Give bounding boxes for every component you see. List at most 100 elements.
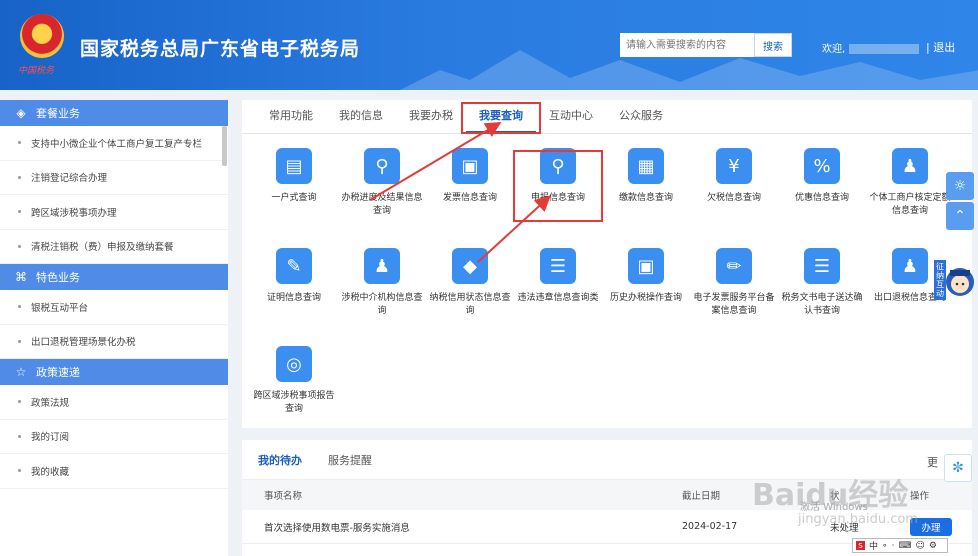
- service-item[interactable]: ✏ 电子发票服务平台备案信息查询: [690, 248, 778, 318]
- sidebar-section-header[interactable]: ⌘ 特色业务: [0, 264, 228, 290]
- service-label: 历史办税操作查询: [609, 293, 682, 303]
- sidebar-item-label: 清税注销税（费）申报及缴纳套餐: [31, 242, 174, 254]
- tab-public-service[interactable]: 公众服务: [606, 107, 676, 133]
- layers-icon: ◈: [16, 106, 26, 120]
- assistant-icon[interactable]: ✼: [944, 454, 972, 482]
- todo-item-date: 2024-02-17: [682, 521, 738, 532]
- tab-my-todo[interactable]: 我的待办: [258, 452, 302, 468]
- emblem-caption: 中国税务: [18, 66, 55, 76]
- card-search-icon: ▦: [628, 148, 664, 184]
- tab-my-info[interactable]: 我的信息: [326, 107, 396, 133]
- service-mascot-icon[interactable]: 征纳互动: [930, 256, 976, 306]
- sidebar-item[interactable]: 清税注销税（费）申报及缴纳套餐: [0, 230, 228, 264]
- tab-service-reminder[interactable]: 服务提醒: [328, 452, 372, 468]
- person-coin-icon: ♟: [892, 248, 928, 284]
- bullet-icon: [18, 339, 21, 343]
- search-input[interactable]: [620, 33, 754, 57]
- sidebar-collapse-icon[interactable]: ›: [0, 277, 4, 287]
- site-title: 国家税务总局广东省电子税务局: [80, 38, 361, 60]
- search-button[interactable]: 搜索: [754, 33, 792, 57]
- service-item[interactable]: ⚲ 办税进度及结果信息查询: [338, 148, 426, 218]
- ime-emoji-icon[interactable]: ☺: [916, 541, 925, 551]
- service-item[interactable]: ◆ 纳税信用状态信息查询: [426, 248, 514, 318]
- service-item[interactable]: ☰ 违法违章信息查询类: [514, 248, 602, 305]
- column-header-action: 操作: [910, 491, 930, 502]
- service-label: 税务文书电子送达确认书查询: [781, 293, 863, 316]
- sidebar-item[interactable]: 我的收藏: [0, 454, 228, 489]
- chat-bubble-icon[interactable]: ☼: [946, 172, 974, 200]
- bullet-icon: [18, 400, 21, 404]
- service-item[interactable]: ◎ 跨区域涉税事项报告查询: [250, 346, 338, 416]
- clipboard-icon: ☰: [804, 248, 840, 284]
- service-label: 违法违章信息查询类: [517, 293, 599, 303]
- document-search-icon: ✎: [276, 248, 312, 284]
- sidebar-section-title: 特色业务: [36, 271, 80, 284]
- logout-link[interactable]: | 退出: [926, 39, 955, 55]
- service-label: 跨区域涉税事项报告查询: [253, 391, 335, 414]
- person-icon: ♟: [364, 248, 400, 284]
- todo-item-name: 首次选择使用数电票-服务实施消息: [264, 522, 410, 534]
- target-icon: ◎: [276, 346, 312, 382]
- sidebar-item-label: 出口退税管理场景化办税: [31, 337, 136, 349]
- service-item[interactable]: ☰ 税务文书电子送达确认书查询: [778, 248, 866, 318]
- sidebar-item[interactable]: 我的订阅: [0, 420, 228, 454]
- sidebar-item[interactable]: 出口退税管理场景化办税: [0, 325, 228, 359]
- percent-tag-icon: %: [804, 148, 840, 184]
- list-document-icon: ☰: [540, 248, 576, 284]
- mascot-label: 征纳互动: [936, 262, 944, 298]
- ime-punct-icon[interactable]: ·: [892, 541, 895, 551]
- service-item[interactable]: ✎ 证明信息查询: [250, 248, 338, 305]
- magnifier-list-icon: ⚲: [364, 148, 400, 184]
- sidebar-scrollbar[interactable]: [222, 126, 227, 166]
- ime-moon-icon[interactable]: ∘: [882, 541, 888, 551]
- sidebar-item[interactable]: 支持中小微企业个体工商户复工复产专栏: [0, 126, 228, 161]
- service-item[interactable]: ▦ 缴款信息查询: [602, 148, 690, 205]
- service-label: 缴款信息查询: [618, 193, 673, 203]
- diamond-search-icon: ◆: [452, 248, 488, 284]
- service-label: 电子发票服务平台备案信息查询: [693, 293, 775, 316]
- sidebar-section-header[interactable]: ◈ 套餐业务: [0, 100, 228, 126]
- ime-mode[interactable]: 中: [869, 539, 878, 552]
- tab-tax-handling[interactable]: 我要办税: [396, 107, 466, 133]
- service-item[interactable]: ♟ 个体工商户核定定额信息查询: [866, 148, 954, 218]
- computer-search-icon: ▤: [276, 148, 312, 184]
- ime-settings-icon[interactable]: ⚙: [929, 541, 937, 551]
- back-to-top-icon[interactable]: ⌃: [946, 202, 974, 230]
- service-item[interactable]: ▤ 一户式查询: [250, 148, 338, 205]
- bullet-icon: [18, 469, 21, 473]
- ime-toolbar[interactable]: S 中 ∘ · ⌨ ☺ ⚙: [852, 538, 948, 553]
- service-label: 发票信息查询: [442, 193, 497, 203]
- service-label: 证明信息查询: [266, 293, 321, 303]
- sidebar-item[interactable]: 注销登记综合办理: [0, 161, 228, 195]
- sidebar-item-label: 注销登记综合办理: [31, 173, 108, 185]
- service-label: 涉税中介机构信息查询: [341, 293, 423, 316]
- bullet-icon: [18, 434, 21, 438]
- sidebar-section-title: 政策速递: [36, 366, 80, 379]
- bullet-icon: [18, 244, 21, 248]
- sidebar-item[interactable]: 银税互动平台: [0, 290, 228, 325]
- service-label: 个体工商户核定定额信息查询: [869, 193, 951, 216]
- more-link[interactable]: 更: [927, 454, 938, 470]
- main-panel: 常用功能 我的信息 我要办税 我要查询 互动中心 公众服务 ▤ 一户式查询 ⚲ 办税进…: [242, 100, 972, 428]
- tax-emblem-logo: [20, 14, 64, 58]
- welcome-text: 欢迎,: [822, 40, 923, 55]
- ime-keyboard-icon[interactable]: ⌨: [899, 541, 912, 551]
- sidebar-item[interactable]: 政策法规: [0, 385, 228, 420]
- sidebar-item[interactable]: 跨区域涉税事项办理: [0, 195, 228, 230]
- service-label: 欠税信息查询: [706, 193, 761, 203]
- bullet-icon: [18, 305, 21, 309]
- service-item[interactable]: ¥ 欠税信息查询: [690, 148, 778, 205]
- service-item[interactable]: % 优惠信息查询: [778, 148, 866, 205]
- sidebar-item-label: 支持中小微企业个体工商户复工复产专栏: [31, 138, 203, 150]
- tab-interaction[interactable]: 互动中心: [536, 107, 606, 133]
- service-item[interactable]: ♟ 涉税中介机构信息查询: [338, 248, 426, 318]
- service-label: 办税进度及结果信息查询: [341, 193, 423, 216]
- welcome-label: 欢迎,: [822, 44, 846, 55]
- sidebar-section-title: 套餐业务: [36, 107, 80, 120]
- window-search-icon: ▣: [628, 248, 664, 284]
- tab-common[interactable]: 常用功能: [256, 107, 326, 133]
- yen-receipt-icon: ¥: [716, 148, 752, 184]
- service-item[interactable]: ▣ 发票信息查询: [426, 148, 514, 205]
- service-item[interactable]: ▣ 历史办税操作查询: [602, 248, 690, 305]
- sidebar-section-header[interactable]: ☆ 政策速递: [0, 359, 228, 385]
